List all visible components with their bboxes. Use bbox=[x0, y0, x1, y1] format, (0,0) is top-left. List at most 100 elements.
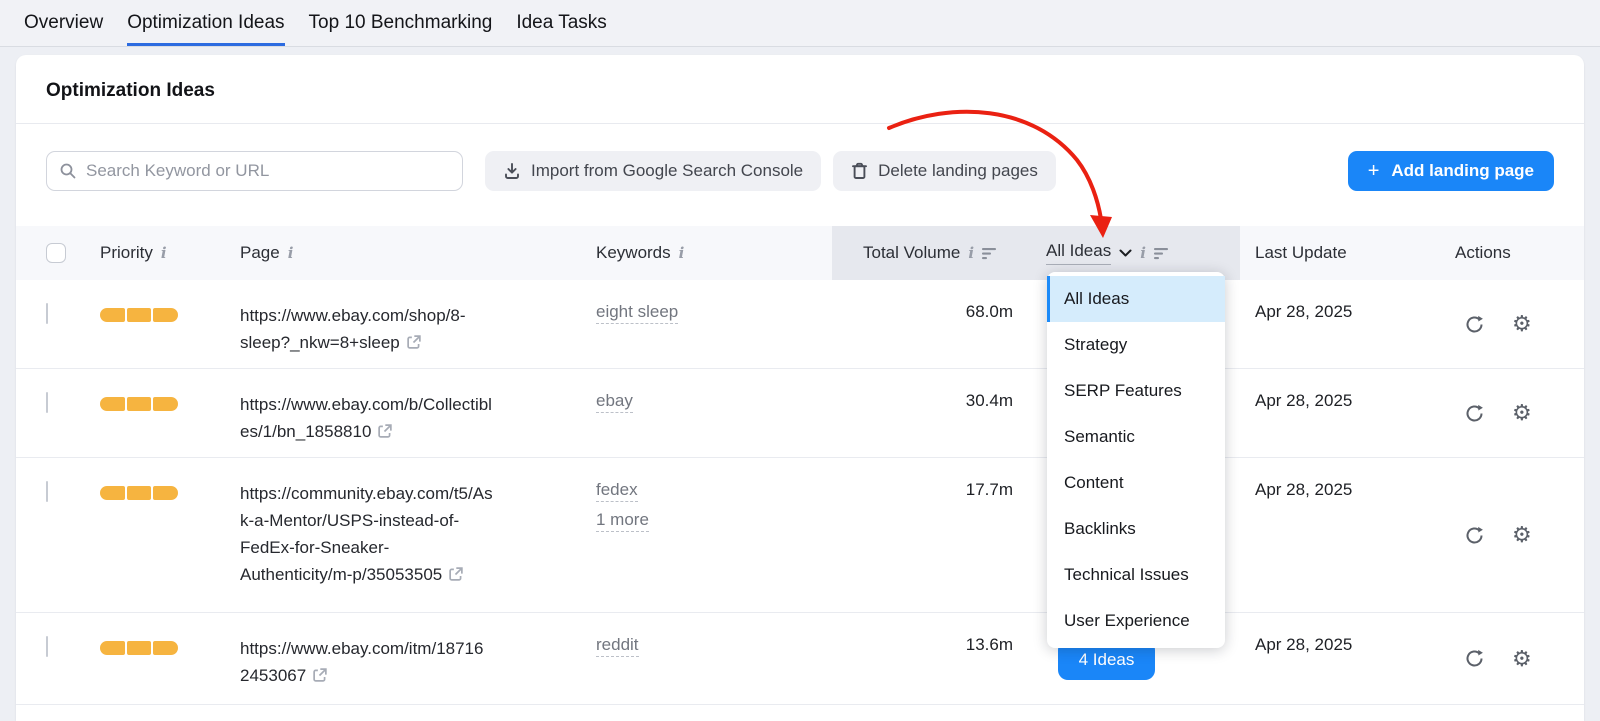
refresh-icon bbox=[1464, 403, 1485, 424]
dropdown-item-backlinks[interactable]: Backlinks bbox=[1047, 506, 1225, 552]
priority-segment bbox=[127, 641, 152, 655]
priority-segment bbox=[153, 486, 178, 500]
priority-segment bbox=[153, 397, 178, 411]
download-icon bbox=[503, 162, 521, 180]
last-update-value: Apr 28, 2025 bbox=[1240, 369, 1440, 457]
card-title: Optimization Ideas bbox=[16, 55, 1584, 124]
total-volume-header-label: Total Volume bbox=[863, 243, 960, 263]
priority-segment bbox=[100, 641, 125, 655]
header-last-update: Last Update bbox=[1240, 226, 1440, 280]
settings-button[interactable]: ⚙ bbox=[1512, 648, 1532, 670]
gear-icon: ⚙ bbox=[1512, 402, 1532, 424]
external-link-icon[interactable] bbox=[312, 667, 328, 688]
select-all-checkbox[interactable] bbox=[46, 243, 66, 263]
last-update-value: Apr 28, 2025 bbox=[1240, 280, 1440, 368]
tab-idea-tasks[interactable]: Idea Tasks bbox=[516, 0, 606, 46]
trash-icon bbox=[851, 162, 868, 180]
last-update-value: Apr 28, 2025 bbox=[1240, 613, 1440, 704]
row-checkbox[interactable] bbox=[46, 636, 48, 657]
refresh-icon bbox=[1464, 648, 1485, 669]
gear-icon: ⚙ bbox=[1512, 313, 1532, 335]
tab-top-10-benchmarking[interactable]: Top 10 Benchmarking bbox=[309, 0, 493, 46]
more-keywords-link[interactable]: 1 more bbox=[596, 510, 649, 532]
search-box[interactable] bbox=[46, 151, 463, 191]
external-link-icon[interactable] bbox=[448, 566, 464, 587]
row-checkbox[interactable] bbox=[46, 392, 48, 413]
refresh-button[interactable] bbox=[1464, 314, 1485, 335]
header-total-volume: Total Volume i bbox=[832, 226, 1040, 280]
total-volume-value: 13.6m bbox=[832, 613, 1040, 704]
total-volume-value: 17.7m bbox=[832, 458, 1040, 612]
page-url[interactable]: https://www.ebay.com/shop/8- sleep?_nkw=… bbox=[240, 306, 466, 352]
last-update-header-label: Last Update bbox=[1255, 243, 1347, 263]
page-url[interactable]: https://www.ebay.com/itm/18716 2453067 bbox=[240, 639, 483, 685]
priority-segment bbox=[100, 486, 125, 500]
settings-button[interactable]: ⚙ bbox=[1512, 313, 1532, 335]
priority-segment bbox=[153, 308, 178, 322]
dropdown-item-user-experience[interactable]: User Experience bbox=[1047, 598, 1225, 644]
priority-segment bbox=[127, 397, 152, 411]
keywords-header-label: Keywords bbox=[596, 243, 671, 263]
info-icon[interactable]: i bbox=[161, 246, 167, 261]
table-header: Priority i Page i Keywords i Total Volum… bbox=[16, 226, 1584, 280]
row-checkbox[interactable] bbox=[46, 303, 48, 324]
priority-indicator bbox=[100, 397, 178, 411]
ideas-filter-dropdown: All Ideas Strategy SERP Features Semanti… bbox=[1047, 272, 1225, 648]
priority-segment bbox=[127, 486, 152, 500]
table-row: https://www.ebay.com/itm/18716 2453067 r… bbox=[16, 613, 1584, 705]
dropdown-item-strategy[interactable]: Strategy bbox=[1047, 322, 1225, 368]
total-volume-value: 68.0m bbox=[832, 280, 1040, 368]
dropdown-item-content[interactable]: Content bbox=[1047, 460, 1225, 506]
dropdown-item-semantic[interactable]: Semantic bbox=[1047, 414, 1225, 460]
actions-header-label: Actions bbox=[1455, 243, 1511, 263]
external-link-icon[interactable] bbox=[377, 423, 393, 444]
delete-landing-pages-button[interactable]: Delete landing pages bbox=[833, 151, 1056, 191]
sort-icon[interactable] bbox=[982, 247, 998, 260]
info-icon[interactable]: i bbox=[1140, 246, 1146, 261]
priority-segment bbox=[100, 308, 125, 322]
page-header-label: Page bbox=[240, 243, 280, 263]
keyword-link[interactable]: reddit bbox=[596, 635, 639, 657]
table-row: https://community.ebay.com/t5/As k-a-Men… bbox=[16, 458, 1584, 613]
plus-icon: + bbox=[1368, 161, 1380, 181]
tab-overview[interactable]: Overview bbox=[24, 0, 103, 46]
header-priority: Priority i bbox=[100, 226, 240, 280]
search-icon bbox=[59, 162, 77, 180]
priority-indicator bbox=[100, 641, 178, 655]
refresh-button[interactable] bbox=[1464, 403, 1485, 424]
keyword-link[interactable]: ebay bbox=[596, 391, 633, 413]
keyword-link[interactable]: fedex bbox=[596, 480, 638, 502]
ideas-filter-dropdown-trigger[interactable]: All Ideas bbox=[1046, 241, 1111, 265]
info-icon[interactable]: i bbox=[288, 246, 294, 261]
keyword-link[interactable]: eight sleep bbox=[596, 302, 678, 324]
priority-indicator bbox=[100, 308, 178, 322]
header-checkbox-cell bbox=[16, 226, 100, 280]
dropdown-item-serp-features[interactable]: SERP Features bbox=[1047, 368, 1225, 414]
tab-optimization-ideas[interactable]: Optimization Ideas bbox=[127, 0, 284, 46]
settings-button[interactable]: ⚙ bbox=[1512, 402, 1532, 424]
priority-header-label: Priority bbox=[100, 243, 153, 263]
external-link-icon[interactable] bbox=[406, 334, 422, 355]
info-icon[interactable]: i bbox=[968, 246, 974, 261]
refresh-button[interactable] bbox=[1464, 648, 1485, 669]
dropdown-item-technical-issues[interactable]: Technical Issues bbox=[1047, 552, 1225, 598]
info-icon[interactable]: i bbox=[679, 246, 685, 261]
dropdown-item-all-ideas[interactable]: All Ideas bbox=[1047, 276, 1225, 322]
import-gsc-button[interactable]: Import from Google Search Console bbox=[485, 151, 821, 191]
chevron-down-icon[interactable] bbox=[1119, 249, 1132, 258]
refresh-button[interactable] bbox=[1464, 525, 1485, 546]
sort-icon[interactable] bbox=[1154, 247, 1170, 260]
search-input[interactable] bbox=[86, 161, 450, 181]
refresh-icon bbox=[1464, 314, 1485, 335]
row-checkbox[interactable] bbox=[46, 481, 48, 502]
top-tab-bar: Overview Optimization Ideas Top 10 Bench… bbox=[0, 0, 1600, 47]
add-landing-page-button[interactable]: + Add landing page bbox=[1348, 151, 1554, 191]
refresh-icon bbox=[1464, 525, 1485, 546]
table-row: https://www.ebay.com/b/Collectibl es/1/b… bbox=[16, 369, 1584, 458]
priority-indicator bbox=[100, 486, 178, 500]
page-url[interactable]: https://www.ebay.com/b/Collectibl es/1/b… bbox=[240, 395, 492, 441]
import-gsc-label: Import from Google Search Console bbox=[531, 161, 803, 181]
add-landing-page-label: Add landing page bbox=[1391, 161, 1534, 181]
settings-button[interactable]: ⚙ bbox=[1512, 524, 1532, 546]
last-update-value: Apr 28, 2025 bbox=[1240, 458, 1440, 612]
